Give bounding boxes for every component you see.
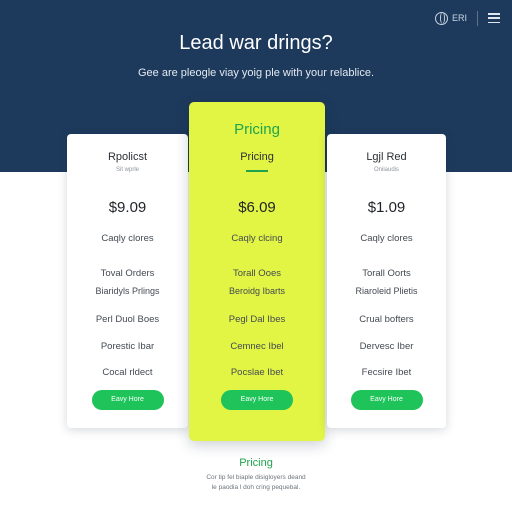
featured-label: Pricing [234, 121, 280, 138]
plan-feature: Dervesc Iber [359, 341, 414, 352]
plan-subtitle: Oniiaudis [373, 167, 399, 173]
divider [477, 10, 478, 26]
plan-feature: Biaridyls Prlings [95, 286, 160, 296]
plan-name: Rpolicst [107, 151, 148, 163]
plan-feature: Beroidg Ibarts [228, 286, 286, 296]
plan-price: $1.09 [367, 199, 406, 216]
top-bar: ERI [434, 10, 500, 26]
plan-price: $9.09 [108, 199, 147, 216]
plan-feature: Caqly clores [101, 233, 154, 244]
plan-feature: Toval Orders [100, 268, 155, 279]
plan-feature: Torall Oorts [362, 268, 411, 279]
plan-feature: Caqly clcing [231, 233, 283, 244]
pricing-card-basic: Rpolicst Sit wprle $9.09 Caqly clores To… [67, 134, 188, 428]
footer-text-line: le paodia l doh cring pequebal. [211, 484, 301, 491]
footer-text-line: Cor tip fel biaple disigloyers deand [206, 474, 306, 481]
plan-name: Pricing [240, 151, 274, 163]
choose-plan-button[interactable]: Eavy Hore [350, 390, 423, 410]
plan-feature: Perl Duol Boes [95, 314, 160, 325]
hamburger-menu-icon[interactable] [488, 13, 500, 23]
plan-feature: Cocal rldect [102, 367, 153, 378]
plan-feature: Caqly clores [360, 233, 413, 244]
plan-feature: Porestic Ibar [100, 341, 155, 352]
plan-feature: Torall Ooes [232, 268, 282, 279]
plan-feature: Riaroleid Plietis [355, 286, 418, 296]
page-title: Lead war drings? [179, 32, 333, 54]
plan-underline [246, 170, 268, 172]
plan-feature: Crual bofters [359, 314, 414, 325]
plan-feature: Pegl Dal Ibes [228, 314, 286, 325]
language-label[interactable]: ERI [452, 13, 467, 23]
choose-plan-button[interactable]: Eavy Hore [91, 390, 164, 410]
plan-feature: Pocslae Ibet [230, 367, 284, 378]
pricing-card-premium: Lgjl Red Oniiaudis $1.09 Caqly clores To… [327, 134, 446, 428]
pricing-card-featured: Pricing Pricing $6.09 Caqly clcing Toral… [189, 102, 325, 441]
plan-subtitle: Sit wprle [115, 167, 139, 173]
page-subtitle: Gee are pleogle viay yoig ple with your … [137, 67, 375, 79]
plan-feature: Cemnec Ibel [230, 341, 284, 352]
plan-name: Lgjl Red [366, 151, 407, 163]
choose-plan-button[interactable]: Eavy Hore [221, 390, 293, 410]
plan-price: $6.09 [238, 199, 276, 216]
footer-title: Pricing [239, 457, 273, 469]
globe-icon[interactable] [434, 11, 448, 25]
plan-feature: Fecsire Ibet [361, 367, 412, 378]
